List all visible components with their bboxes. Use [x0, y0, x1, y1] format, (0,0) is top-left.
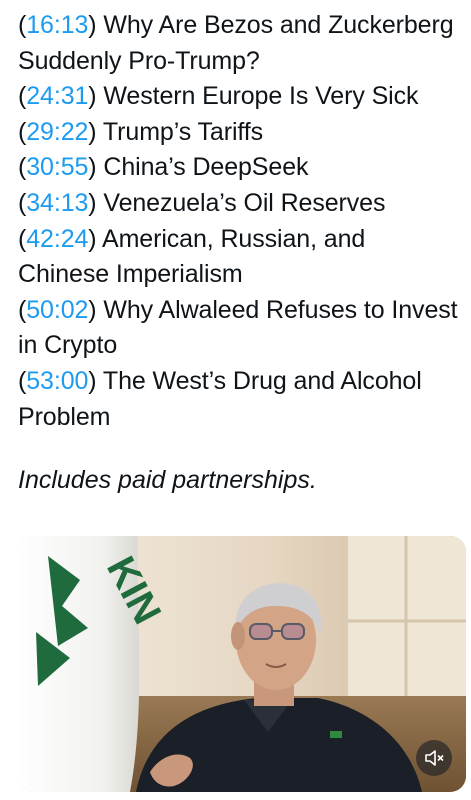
- chapter-item: (34:13) Venezuela’s Oil Reserves: [18, 188, 386, 217]
- timestamp-link[interactable]: 53:00: [26, 367, 88, 395]
- chapter-list: (16:13) Why Are Bezos and Zuckerberg Sud…: [18, 8, 463, 435]
- paid-partnership-disclosure: Includes paid partnerships.: [18, 466, 317, 495]
- timestamp-link[interactable]: 29:22: [26, 118, 88, 146]
- chapter-item: (30:55) China’s DeepSeek: [18, 153, 309, 182]
- timestamp-link[interactable]: 50:02: [26, 296, 88, 324]
- timestamp-link[interactable]: 34:13: [26, 189, 88, 217]
- chapter-item: (50:02) Why Alwaleed Refuses to Invest i…: [18, 295, 458, 360]
- timestamp-link[interactable]: 30:55: [26, 153, 88, 181]
- mute-toggle-button[interactable]: [416, 740, 452, 776]
- chapter-title: Venezuela’s Oil Reserves: [103, 188, 386, 217]
- video-frame: KIN: [18, 536, 466, 792]
- chapter-item: (53:00) The West’s Drug and Alcohol Prob…: [18, 366, 422, 431]
- chapter-title: Trump’s Tariffs: [102, 117, 264, 146]
- timestamp-link[interactable]: 42:24: [26, 225, 88, 253]
- timestamp-link[interactable]: 16:13: [26, 11, 88, 39]
- chapter-item: (29:22) Trump’s Tariffs: [18, 117, 264, 146]
- post-body: (16:13) Why Are Bezos and Zuckerberg Sud…: [18, 8, 463, 497]
- timestamp-link[interactable]: 24:31: [26, 82, 88, 110]
- speaker-muted-icon: [425, 750, 444, 766]
- chapter-title: China’s DeepSeek: [103, 153, 309, 182]
- video-player[interactable]: KIN: [18, 536, 466, 792]
- chapter-title: Western Europe Is Very Sick: [103, 82, 419, 111]
- chapter-item: (16:13) Why Are Bezos and Zuckerberg Sud…: [18, 11, 454, 75]
- chapter-item: (42:24) American, Russian, and Chinese I…: [18, 224, 366, 289]
- chapter-item: (24:31) Western Europe Is Very Sick: [18, 82, 419, 111]
